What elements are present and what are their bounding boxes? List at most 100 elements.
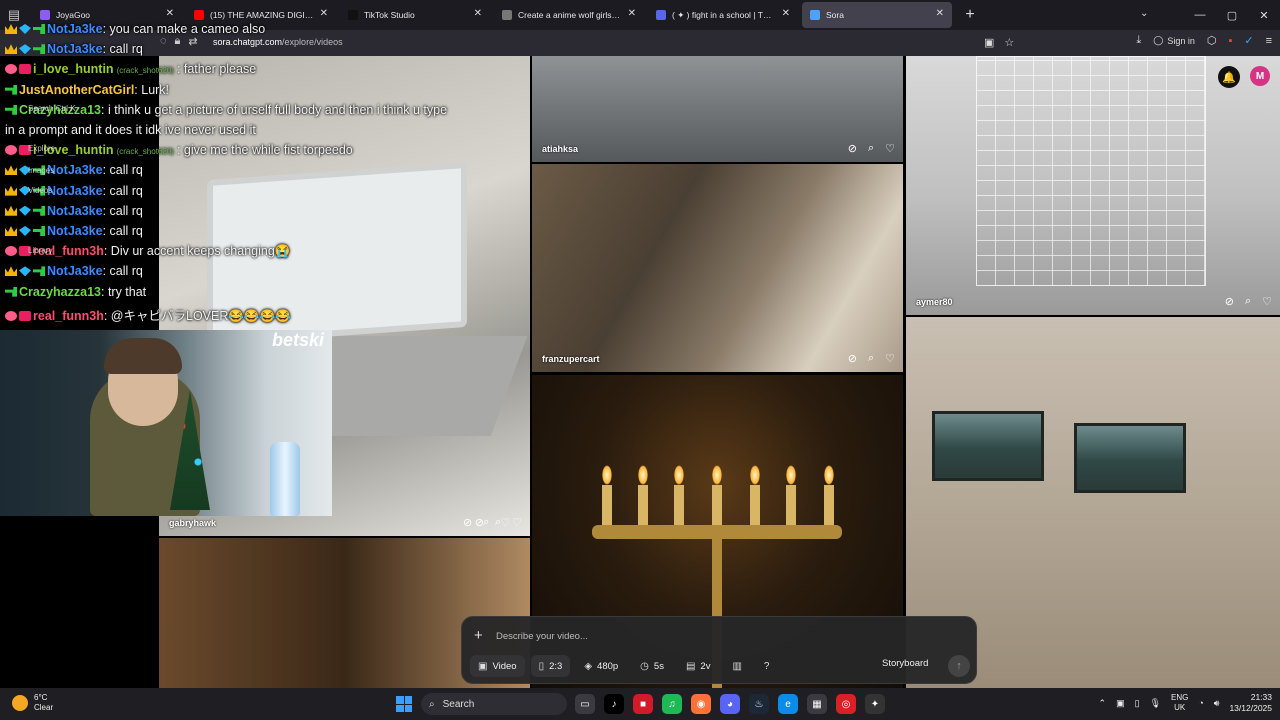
list-all-tabs-icon[interactable]: ⌄ xyxy=(1140,8,1148,19)
volume-icon[interactable]: 🔊︎ xyxy=(1214,698,1220,709)
remix-icon[interactable]: ⊘ xyxy=(848,352,857,365)
video-tile-warehouse[interactable]: franzupercart ⊘ ⌕ ♡ xyxy=(532,164,903,372)
heart-icon[interactable]: ♡ xyxy=(512,516,522,529)
chat-username[interactable]: NotJa3ke xyxy=(47,22,103,36)
remix-icon[interactable]: ⊘ xyxy=(848,142,857,155)
chat-username[interactable]: real_funn3h xyxy=(33,309,104,323)
start-button[interactable] xyxy=(396,696,412,712)
weather-widget[interactable]: 6°C Clear xyxy=(12,693,53,713)
prompt-option-button[interactable]: ▥ xyxy=(724,655,749,677)
chat-username[interactable]: NotJa3ke xyxy=(47,204,103,218)
chat-message: NotJa3ke: call rq xyxy=(5,184,143,198)
taskbar-app-icon[interactable]: ▭ xyxy=(575,694,595,714)
taskbar-app-icon[interactable]: e xyxy=(778,694,798,714)
prompt-option-button[interactable]: ▯ 2:3 xyxy=(530,655,571,677)
taskbar-app-icon[interactable]: ♫ xyxy=(662,694,682,714)
tab-close-icon[interactable]: ✕ xyxy=(936,8,944,19)
battery-icon[interactable]: ▯ xyxy=(1135,698,1140,709)
download-icon[interactable]: ⤓ xyxy=(1136,34,1141,47)
chat-username[interactable]: NotJa3ke xyxy=(47,163,103,177)
new-tab-button[interactable]: + xyxy=(960,6,980,24)
chat-username[interactable]: NotJa3ke xyxy=(47,184,103,198)
tab-title: JoyaGoo xyxy=(56,10,91,20)
send-button[interactable]: ↑ xyxy=(948,655,970,677)
taskbar-app-icon[interactable]: ■ xyxy=(633,694,653,714)
weather-temp: 6°C xyxy=(34,693,48,702)
prompt-option-button[interactable]: ? xyxy=(756,655,778,677)
chat-message-text: in a prompt and it does it idk ive never… xyxy=(5,123,256,137)
tab-close-icon[interactable]: ✕ xyxy=(166,8,174,19)
option-label: Video xyxy=(492,660,517,672)
language-indicator[interactable]: ENG UK xyxy=(1171,693,1188,713)
chat-message-text: : Div ur accent keeps changing😭 xyxy=(103,244,291,259)
browser-tab[interactable]: Sora ✕ xyxy=(802,2,952,28)
taskbar-app-icon[interactable]: ✦ xyxy=(865,694,885,714)
tab-close-icon[interactable]: ✕ xyxy=(320,8,328,19)
storyboard-button[interactable]: Storyboard xyxy=(882,658,928,669)
sign-in-label: Sign in xyxy=(1167,35,1195,46)
taskbar-app-icon[interactable]: ◎ xyxy=(836,694,856,714)
notifications-bell-icon[interactable]: 🔔 xyxy=(1218,66,1240,88)
taskbar-app-icon[interactable]: ◕ xyxy=(720,694,740,714)
tile-username[interactable]: aymer80 xyxy=(916,297,953,307)
video-tile-window[interactable]: atiahksa ⊘ ⌕ ♡ xyxy=(532,56,903,162)
menu-icon[interactable]: ≡ xyxy=(1266,35,1272,47)
chat-username[interactable]: Crazyhazza13 xyxy=(19,285,101,299)
heart-icon[interactable]: ♡ xyxy=(1262,295,1272,308)
reader-view-icon[interactable]: ▣ xyxy=(984,36,994,49)
chat-username[interactable]: NotJa3ke xyxy=(47,224,103,238)
search-icon[interactable]: ⌕ xyxy=(483,516,489,529)
taskbar-app-icon[interactable]: ◉ xyxy=(691,694,711,714)
search-icon[interactable]: ⌕ xyxy=(1245,295,1251,308)
water-bottle-shape xyxy=(270,442,300,516)
extensions-icon[interactable]: ⬡ xyxy=(1207,34,1217,47)
prompt-input[interactable]: Describe your video... xyxy=(496,631,588,642)
chat-username[interactable]: NotJa3ke xyxy=(47,264,103,278)
browser-tab[interactable]: TikTok Studio ✕ xyxy=(340,2,490,28)
prompt-option-button[interactable]: ◷ 5s xyxy=(632,655,672,677)
taskbar-app-icon[interactable]: ♨ xyxy=(749,694,769,714)
browser-tab[interactable]: ( ✦ ) fight in a school | The Offi ✕ xyxy=(648,2,798,28)
prompt-option-button[interactable]: ▣ Video xyxy=(470,655,525,677)
maximize-button[interactable]: ▢ xyxy=(1216,9,1248,22)
user-avatar[interactable]: M xyxy=(1250,66,1270,86)
remix-icon[interactable]: ⊘ xyxy=(463,516,472,529)
add-media-button[interactable]: + xyxy=(474,627,483,644)
gun-badge-icon xyxy=(33,266,45,277)
taskbar-app-icon[interactable]: ♪ xyxy=(604,694,624,714)
clock[interactable]: 21:33 13/12/2025 xyxy=(1229,692,1272,714)
bookmark-star-icon[interactable]: ☆ xyxy=(1004,36,1014,49)
minimize-button[interactable]: — xyxy=(1184,9,1216,21)
chat-message: NotJa3ke: call rq xyxy=(5,163,143,177)
taskbar-search[interactable]: ⌕ Search xyxy=(421,693,567,715)
remix-icon[interactable]: ⊘ xyxy=(1225,295,1234,308)
search-icon[interactable]: ⌕ xyxy=(868,142,874,155)
heart-icon[interactable]: ♡ xyxy=(885,352,895,365)
tab-close-icon[interactable]: ✕ xyxy=(474,8,482,19)
extension-badge-icon[interactable]: ▪ xyxy=(1228,35,1232,47)
tab-close-icon[interactable]: ✕ xyxy=(628,8,636,19)
chat-username[interactable]: JustAnotherCatGirl xyxy=(19,83,134,97)
microphone-icon[interactable]: 🎙︎ xyxy=(1150,698,1161,709)
video-tile-scaffold[interactable]: aymer80 ⊘ ⌕ ♡ xyxy=(906,56,1280,315)
wifi-icon[interactable]: ◔ xyxy=(1198,698,1203,708)
chat-username[interactable]: i_love_huntin xyxy=(33,62,114,76)
heart-icon[interactable]: ♡ xyxy=(885,142,895,155)
chat-username[interactable]: NotJa3ke xyxy=(47,42,103,56)
prompt-option-button[interactable]: ▤ 2v xyxy=(678,655,719,677)
close-window-button[interactable]: ✕ xyxy=(1248,9,1280,22)
candle xyxy=(674,485,684,525)
heart-icon[interactable]: ♡ xyxy=(500,516,510,529)
extension-icon[interactable]: ✓ xyxy=(1244,34,1253,47)
search-icon[interactable]: ⌕ xyxy=(868,352,874,365)
tray-app-icon[interactable]: ▣ xyxy=(1116,698,1125,709)
sign-in-button[interactable]: ◯ Sign in xyxy=(1153,35,1195,46)
browser-tab[interactable]: Create a anime wolf girls Tier Li ✕ xyxy=(494,2,644,28)
taskbar-app-icon[interactable]: ▦ xyxy=(807,694,827,714)
prompt-option-button[interactable]: ◈ 480p xyxy=(576,655,626,677)
tile-username[interactable]: franzupercart xyxy=(542,354,600,364)
tile-username[interactable]: atiahksa xyxy=(542,144,578,154)
tab-close-icon[interactable]: ✕ xyxy=(782,8,790,19)
chevron-up-icon[interactable]: ⌃ xyxy=(1099,698,1107,709)
tile-username[interactable]: gabryhawk xyxy=(169,518,216,528)
